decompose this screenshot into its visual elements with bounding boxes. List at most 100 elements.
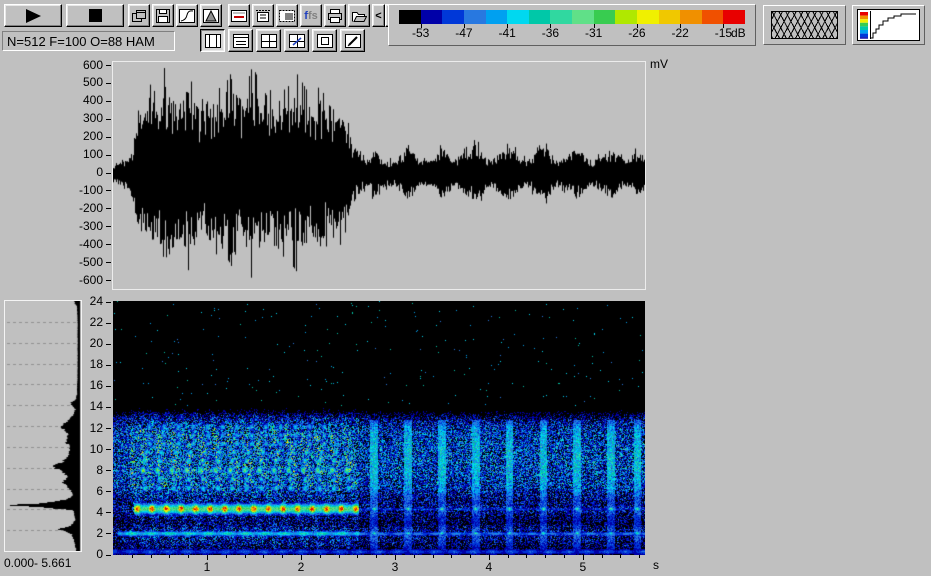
spectrogram-canvas[interactable] [113, 301, 645, 555]
layout-quad-icon [261, 34, 277, 48]
prev-icon: < [375, 10, 381, 22]
waveform-y-tick-label: -300 [57, 220, 103, 233]
waveform-y-tick [106, 155, 111, 156]
signal-window-button[interactable] [228, 4, 250, 27]
spectrogram-x-tick-label: 1 [196, 560, 218, 574]
spectrogram-y-tick-label: 20 [57, 337, 103, 350]
spectrogram-x-tick [188, 555, 189, 558]
color-scale-tick-label: -47 [447, 26, 481, 40]
time-unit-label: s [653, 558, 659, 572]
layout-single-button[interactable] [312, 29, 337, 52]
color-scale-tick-label: -53 [404, 26, 438, 40]
spectrogram-x-tick [339, 555, 340, 558]
color-scale-block [572, 10, 594, 24]
spectrogram-y-tick-label: 16 [57, 379, 103, 392]
fft-settings-text: N=512 F=100 O=88 HAM [3, 32, 174, 50]
waveform-y-tick [106, 208, 111, 209]
waveform-canvas[interactable] [113, 62, 645, 289]
prev-button[interactable]: < [372, 4, 385, 27]
spectrogram-x-tick [639, 555, 640, 558]
color-scale-block [594, 10, 616, 24]
waveform-y-tick [106, 137, 111, 138]
layout-single-icon [317, 34, 333, 48]
waveform-y-axis: 6005004003002001000-100-200-300-400-500-… [0, 61, 112, 288]
spectrogram-x-tick [508, 555, 509, 558]
waveform-y-tick [106, 65, 111, 66]
color-scale-block [421, 10, 443, 24]
layout-quad-move-button[interactable] [284, 29, 309, 52]
pattern-panel[interactable] [763, 5, 846, 45]
window-function-button[interactable] [200, 4, 222, 27]
copy-icon [131, 9, 147, 23]
color-scale-block [550, 10, 572, 24]
spectrogram-y-tick [106, 449, 111, 450]
select-region-icon [279, 9, 295, 23]
waveform-y-tick-label: -500 [57, 256, 103, 269]
spectrogram-x-tick [470, 555, 471, 558]
calibration-curve-button[interactable] [176, 4, 198, 27]
edit-pencil-icon [345, 34, 361, 48]
time-ruler-icon [255, 9, 271, 23]
waveform-y-tick [106, 190, 111, 191]
layout-quad-button[interactable] [256, 29, 281, 52]
spectrogram-y-tick-label: 10 [57, 443, 103, 456]
color-scale-block [637, 10, 659, 24]
edit-annotations-button[interactable] [340, 29, 365, 52]
transfer-curve-panel[interactable] [852, 5, 925, 45]
waveform-y-tick [106, 83, 111, 84]
spectrogram-x-tick [602, 555, 603, 558]
spectrogram-x-tick [151, 555, 152, 558]
waveform-y-tick [106, 262, 111, 263]
spectrogram-y-tick [106, 470, 111, 471]
waveform-y-tick-label: 500 [57, 76, 103, 89]
spectrogram-y-tick-label: 18 [57, 358, 103, 371]
spectrogram-x-tick [245, 555, 246, 558]
waveform-plot[interactable] [112, 61, 646, 290]
spectrogram-y-tick [106, 365, 111, 366]
spectrogram-y-tick-label: 24 [57, 295, 103, 308]
waveform-unit-label: mV [650, 57, 668, 71]
spectrogram-x-tick-label: 5 [572, 560, 594, 574]
layout-horizontal-split-button[interactable] [228, 29, 253, 52]
color-scale-block [442, 10, 464, 24]
printer-icon [327, 9, 343, 23]
play-icon [26, 9, 41, 23]
crosshatch-pattern-icon [771, 11, 838, 39]
play-button[interactable] [4, 4, 62, 27]
color-scale-block [399, 10, 421, 24]
save-button[interactable] [152, 4, 174, 27]
waveform-y-tick-label: 100 [57, 148, 103, 161]
spectrogram-plot[interactable] [113, 301, 645, 555]
waveform-y-tick-label: 400 [57, 94, 103, 107]
spectrogram-y-tick-label: 22 [57, 316, 103, 329]
waveform-y-tick-label: 300 [57, 112, 103, 125]
sampling-rate-button[interactable]: ffs [300, 4, 322, 27]
color-scale-block [659, 10, 681, 24]
color-scale-tick-label: -26 [620, 26, 654, 40]
layout-vertical-split-button[interactable] [200, 29, 225, 52]
spectrogram-y-tick [106, 344, 111, 345]
spectrogram-x-tick-label: 4 [478, 560, 500, 574]
stop-button[interactable] [66, 4, 124, 27]
waveform-y-tick-label: -400 [57, 238, 103, 251]
spectrogram-y-tick [106, 302, 111, 303]
time-ruler-button[interactable] [252, 4, 274, 27]
color-scale-block [486, 10, 508, 24]
waveform-y-tick-label: 200 [57, 130, 103, 143]
db-unit-label: dB [731, 26, 746, 40]
waveform-y-tick-label: -200 [57, 202, 103, 215]
spectrogram-x-tick [545, 555, 546, 558]
color-scale-tick-label: -31 [577, 26, 611, 40]
spectrogram-x-tick [169, 555, 170, 558]
spectrogram-x-tick [414, 555, 415, 558]
calibration-curve-icon [179, 9, 195, 23]
spectrogram-x-tick [320, 555, 321, 558]
open-file-button[interactable] [348, 4, 370, 27]
spectrogram-x-axis: 12345 [113, 555, 658, 576]
print-button[interactable] [324, 4, 346, 27]
copy-trace-button[interactable] [128, 4, 150, 27]
spectrogram-y-tick-label: 8 [57, 464, 103, 477]
color-scale-panel: -53-47-41-36-31-26-22-15 dB [388, 4, 756, 46]
spectrogram-x-tick-label: 3 [384, 560, 406, 574]
select-region-button[interactable] [276, 4, 298, 27]
